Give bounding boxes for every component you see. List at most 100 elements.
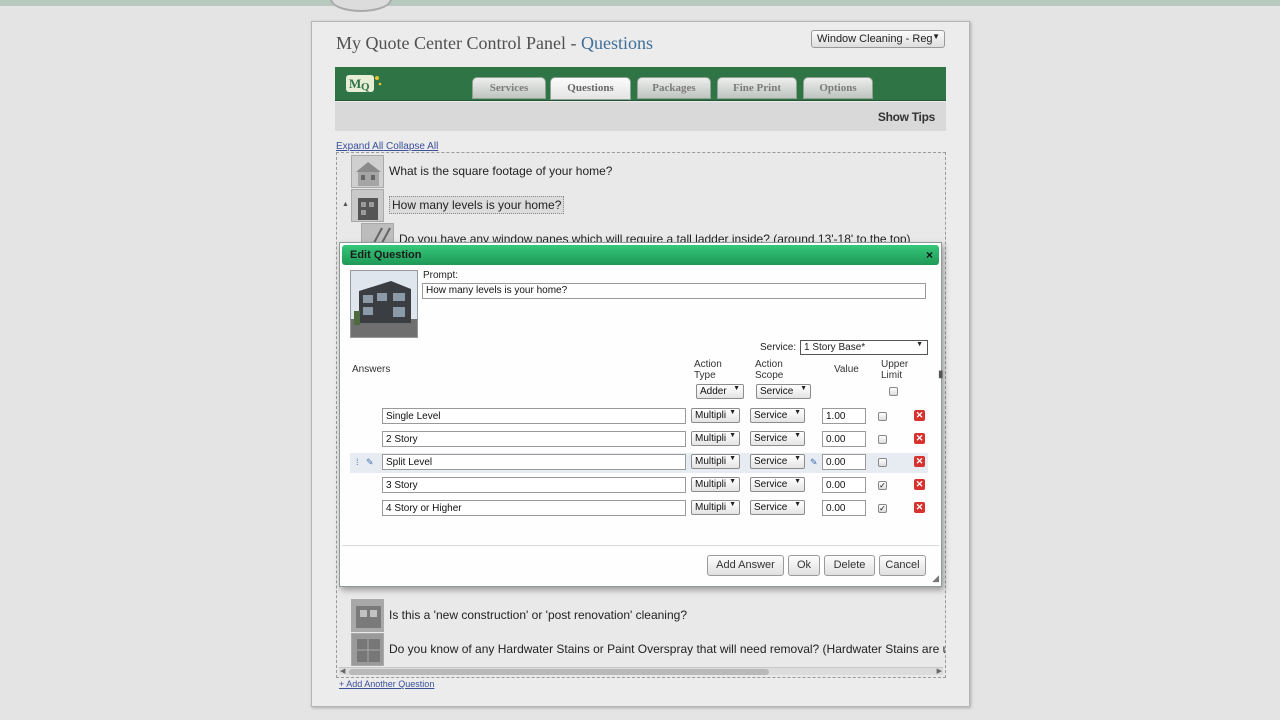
tab-fine-print-label: Fine Print	[733, 82, 781, 94]
action-scope-value: Service	[754, 410, 788, 421]
answer-label-input[interactable]: 4 Story or Higher	[382, 500, 686, 516]
horizontal-scrollbar[interactable]: ◀ ▶	[339, 667, 943, 675]
action-type-select[interactable]: Multipli ▼	[691, 500, 740, 515]
question-row[interactable]: Is this a 'new construction' or 'post re…	[351, 599, 945, 632]
answer-row: ⁞ ✎ Split Level Multipli ▼ Service ▼ ✎ 0.0…	[350, 453, 928, 473]
default-upper-limit-checkbox[interactable]	[889, 387, 898, 396]
default-action-scope-value: Service	[760, 386, 794, 397]
dialog-title-bar[interactable]: Edit Question ×	[342, 245, 939, 265]
caret-down-icon: ▼	[794, 409, 801, 416]
delete-x-icon[interactable]: ✕	[914, 410, 925, 421]
close-icon[interactable]: ×	[926, 248, 933, 262]
tab-packages[interactable]: Packages	[637, 77, 711, 99]
wrench-icon[interactable]: ✎	[366, 457, 374, 468]
question-thumbnail	[351, 189, 384, 222]
value-input[interactable]: 0.00	[822, 500, 866, 516]
nav-bar: M Q Services Questions Packages Fine Pri…	[335, 67, 946, 101]
question-text: Do you know of any Hardwater Stains or P…	[389, 642, 946, 656]
question-thumbnail	[351, 155, 384, 188]
drag-handle-icon[interactable]: ⁞	[356, 457, 359, 467]
caret-down-icon: ▼	[794, 455, 801, 462]
add-answer-button[interactable]: Add Answer	[707, 555, 784, 576]
prompt-label: Prompt:	[423, 270, 459, 281]
delete-x-icon[interactable]: ✕	[914, 456, 925, 467]
question-row[interactable]: ▲ How many levels is your home?	[342, 189, 945, 222]
caret-down-icon: ▼	[794, 478, 801, 485]
add-question-link[interactable]: + Add Another Question	[339, 679, 434, 689]
action-type-value: Multipli	[695, 502, 727, 513]
edit-question-dialog: Edit Question × Prompt: How many levels …	[339, 242, 944, 587]
scroll-left-icon[interactable]: ◀	[340, 667, 345, 675]
answer-row: Single Level Multipli ▼ Service ▼ 1.00 ✕	[350, 407, 928, 427]
upper-limit-checkbox[interactable]: ✓	[878, 504, 887, 513]
dialog-title: Edit Question	[350, 249, 422, 261]
upper-limit-checkbox[interactable]	[878, 435, 887, 444]
tab-questions[interactable]: Questions	[550, 77, 631, 100]
tab-fine-print[interactable]: Fine Print	[717, 77, 797, 99]
caret-down-icon: ▼	[729, 501, 736, 508]
tab-options[interactable]: Options	[803, 77, 873, 99]
value-input[interactable]: 0.00	[822, 477, 866, 493]
prompt-input[interactable]: How many levels is your home?	[422, 283, 926, 299]
resize-grip-icon[interactable]: ◢	[932, 573, 939, 584]
action-scope-value: Service	[754, 502, 788, 513]
ok-button[interactable]: Ok	[788, 555, 820, 576]
show-tips-button[interactable]: Show Tips	[878, 110, 935, 124]
svg-text:Q: Q	[361, 81, 370, 93]
action-scope-select[interactable]: Service ▼	[750, 477, 805, 492]
value-input[interactable]: 0.00	[822, 431, 866, 447]
tab-questions-label: Questions	[567, 82, 614, 94]
collapse-all-link[interactable]: Collapse All	[386, 141, 438, 152]
value-input[interactable]: 1.00	[822, 408, 866, 424]
expand-arrow-icon[interactable]: ▲	[342, 201, 349, 208]
dialog-divider	[342, 545, 939, 546]
caret-down-icon: ▼	[794, 432, 801, 439]
value-input[interactable]: 0.00	[822, 454, 866, 470]
upper-limit-checkbox[interactable]	[878, 458, 887, 467]
tab-options-label: Options	[819, 82, 857, 94]
action-type-select[interactable]: Multipli ▼	[691, 454, 740, 469]
default-action-scope-select[interactable]: Service ▼	[756, 384, 811, 399]
action-type-select[interactable]: Multipli ▼	[691, 408, 740, 423]
question-thumbnail	[351, 599, 384, 632]
scrollbar-thumb[interactable]	[349, 669, 769, 675]
question-row[interactable]: Do you know of any Hardwater Stains or P…	[351, 633, 946, 666]
question-photo	[350, 270, 418, 338]
action-scope-select[interactable]: Service ▼	[750, 408, 805, 423]
page-title: My Quote Center Control Panel - Question…	[336, 33, 653, 54]
upper-limit-checkbox[interactable]	[878, 412, 887, 421]
default-action-type-select[interactable]: Adder ▼	[696, 384, 744, 399]
top-band	[0, 0, 1280, 6]
answer-label-input[interactable]: 3 Story	[382, 477, 686, 493]
column-scroll-hint: ▮	[938, 369, 944, 380]
upper-limit-checkbox[interactable]: ✓	[878, 481, 887, 490]
delete-button[interactable]: Delete	[824, 555, 875, 576]
delete-x-icon[interactable]: ✕	[914, 433, 925, 444]
cancel-button[interactable]: Cancel	[879, 555, 926, 576]
answers-header: Answers	[352, 364, 391, 375]
answer-label-input[interactable]: Single Level	[382, 408, 686, 424]
expand-collapse-links: Expand All Collapse All	[336, 141, 438, 152]
logo-icon: M Q	[346, 75, 382, 93]
service-select-value: 1 Story Base*	[804, 342, 866, 353]
service-selector[interactable]: Window Cleaning - Reg ▼	[811, 30, 945, 48]
caret-down-icon: ▼	[800, 385, 807, 392]
action-scope-select[interactable]: Service ▼	[750, 500, 805, 515]
action-scope-select[interactable]: Service ▼	[750, 454, 805, 469]
expand-all-link[interactable]: Expand All	[336, 141, 383, 152]
wrench-icon[interactable]: ✎	[810, 457, 818, 468]
answer-label-input[interactable]: 2 Story	[382, 431, 686, 447]
action-type-select[interactable]: Multipli ▼	[691, 431, 740, 446]
delete-x-icon[interactable]: ✕	[914, 479, 925, 490]
tab-packages-label: Packages	[652, 82, 696, 94]
answer-label-input[interactable]: Split Level	[382, 454, 686, 470]
action-scope-select[interactable]: Service ▼	[750, 431, 805, 446]
scroll-right-icon[interactable]: ▶	[937, 667, 942, 675]
question-text: How many levels is your home?	[389, 196, 565, 214]
service-select[interactable]: 1 Story Base* ▼	[800, 340, 928, 355]
question-row[interactable]: What is the square footage of your home?	[351, 155, 945, 188]
tab-services[interactable]: Services	[472, 77, 546, 99]
delete-x-icon[interactable]: ✕	[914, 502, 925, 513]
default-action-type-value: Adder	[700, 386, 727, 397]
action-type-select[interactable]: Multipli ▼	[691, 477, 740, 492]
